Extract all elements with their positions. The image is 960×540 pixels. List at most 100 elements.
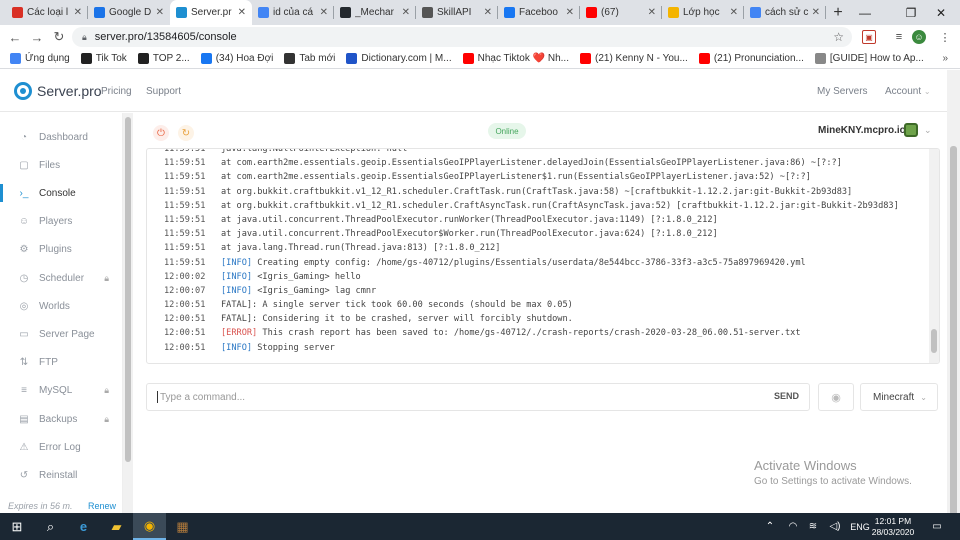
console-log-level: [INFO] (221, 285, 253, 296)
bookmark-item[interactable]: [GUIDE] How to Ap... (814, 53, 924, 64)
browser-tab[interactable]: _Mechar ✕ (334, 0, 416, 25)
browser-menu-icon[interactable]: ⋮ (938, 30, 952, 44)
tab-close-icon[interactable]: ✕ (74, 7, 82, 18)
sidebar-item-mysql[interactable]: ≡ MySQL 🔒︎ (0, 377, 123, 405)
minecraft-block-icon[interactable] (904, 123, 918, 137)
console-line: 12:00:51 FATAL]: A single server tick too… (147, 298, 927, 312)
sidebar-scrollbar[interactable] (123, 113, 133, 513)
nav-account-menu[interactable]: Account ⌄ (885, 86, 931, 97)
bookmark-label: Ứng dụng (25, 53, 70, 64)
bookmark-item[interactable]: Dictionary.com | M... (346, 53, 452, 64)
tab-close-icon[interactable]: ✕ (730, 7, 738, 18)
chrome-icon[interactable]: ◉ (133, 513, 166, 540)
sidebar-item-files[interactable]: ▢ Files (0, 151, 123, 179)
windows-start-icon[interactable]: ⊞ (0, 513, 34, 540)
profile-avatar[interactable]: ☺ (912, 30, 926, 44)
sidebar-item-players[interactable]: ☺ Players (0, 208, 123, 236)
console-text: <Igris_Gaming> lag cmnr (257, 285, 377, 296)
browser-tab[interactable]: SkillAPI ✕ (416, 0, 498, 25)
server-pro-logo[interactable]: Server.pro (14, 82, 102, 100)
browser-tab[interactable]: id của cá ✕ (252, 0, 334, 25)
tab-close-icon[interactable]: ✕ (402, 7, 410, 18)
sidebar-item-scheduler[interactable]: ◷ Scheduler 🔒︎ (0, 264, 123, 292)
browser-tab[interactable]: cách sử c ✕ (744, 0, 826, 25)
console-scrollbar[interactable] (929, 149, 939, 363)
bookmark-item[interactable]: Nhạc Tiktok ❤️ Nh... (462, 53, 569, 64)
tab-close-icon[interactable]: ✕ (566, 7, 574, 18)
sidebar-item-ftp[interactable]: ⇅ FTP (0, 349, 123, 377)
sidebar-item-label: MySQL (39, 385, 73, 397)
page-scrollbar[interactable] (947, 70, 960, 540)
url-field[interactable]: 🔒︎ server.pro/13584605/console ☆ (72, 27, 852, 47)
network-icon[interactable]: ◠ (785, 513, 801, 540)
eye-icon[interactable]: ◉ (818, 383, 854, 411)
search-icon[interactable]: ⌕ (34, 513, 67, 540)
activate-windows-title: Activate Windows (754, 458, 857, 473)
volume-icon[interactable]: ◁) (828, 513, 842, 540)
sidebar-item-worlds[interactable]: ◎ Worlds (0, 292, 123, 320)
minimize-icon[interactable]: — (846, 0, 884, 25)
restart-icon[interactable]: ↻ (178, 125, 194, 141)
nav-support-link[interactable]: Support (146, 86, 181, 97)
tab-close-icon[interactable]: ✕ (238, 7, 246, 18)
nav-my-servers-link[interactable]: My Servers (817, 86, 868, 97)
renew-link[interactable]: Renew (88, 501, 116, 511)
tab-close-icon[interactable]: ✕ (484, 7, 492, 18)
sidebar-item-server-page[interactable]: ▭ Server Page (0, 320, 123, 348)
bookmark-item[interactable]: (21) Kenny N - You... (579, 53, 688, 64)
tab-close-icon[interactable]: ✕ (320, 7, 328, 18)
file-explorer-icon[interactable]: ▰ (100, 513, 133, 540)
tab-close-icon[interactable]: ✕ (156, 7, 164, 18)
minecraft-launcher-icon[interactable]: ▦ (166, 513, 199, 540)
bookmark-item[interactable]: Tik Tok (80, 53, 127, 64)
chevron-down-icon[interactable]: ⌄ (924, 125, 932, 136)
reload-icon[interactable]: ↻ (48, 26, 70, 48)
bookmark-item[interactable]: (34) Hoa Đợi (200, 53, 273, 64)
nav-pricing-link[interactable]: Pricing (101, 86, 132, 97)
browser-tab[interactable]: Server.pr ✕ (170, 0, 252, 25)
more-bookmarks-icon[interactable]: » (942, 53, 948, 64)
bookmark-star-icon[interactable]: ☆ (833, 30, 844, 44)
clock[interactable]: 12:01 PM 28/03/2020 (868, 516, 918, 538)
notifications-icon[interactable]: ▭ (930, 513, 944, 540)
browser-tab[interactable]: Các loại l ✕ (6, 0, 88, 25)
console-output[interactable]: 11:59:51 java.lang.NullPointerException: … (146, 148, 940, 364)
tab-close-icon[interactable]: ✕ (812, 7, 820, 18)
power-off-icon[interactable]: ⏻ (153, 125, 169, 141)
extension-icon[interactable]: ▣ (862, 30, 876, 44)
media-control-icon[interactable]: ≡ (892, 30, 906, 44)
browser-tab[interactable]: Faceboo ✕ (498, 0, 580, 25)
sidebar-item-label: Worlds (39, 300, 70, 312)
browser-tab[interactable]: (67) ✕ (580, 0, 662, 25)
bookmark-label: (21) Pronunciation... (713, 53, 804, 64)
bookmark-item[interactable]: Ứng dụng (10, 53, 70, 64)
bookmark-item[interactable]: Tab mới (284, 53, 335, 64)
language-indicator[interactable]: ENG (850, 513, 870, 540)
back-icon[interactable]: ← (4, 26, 26, 48)
sidebar-item-error-log[interactable]: ⚠ Error Log (0, 433, 123, 461)
game-select[interactable]: Minecraft ⌄ (860, 383, 938, 411)
forward-icon[interactable]: → (26, 26, 48, 48)
tab-close-icon[interactable]: ✕ (648, 7, 656, 18)
sidebar-item-backups[interactable]: ▤ Backups 🔒︎ (0, 405, 123, 433)
bookmark-item[interactable]: TOP 2... (137, 53, 190, 64)
lock-icon: 🔒︎ (104, 385, 109, 396)
sidebar-item-console[interactable]: ›_ Console (0, 179, 123, 207)
sidebar-item-reinstall[interactable]: ↺ Reinstall (0, 461, 123, 489)
sidebar-item-dashboard[interactable]: ◔ Dashboard (0, 123, 123, 151)
close-window-icon[interactable]: ✕ (922, 0, 960, 25)
sidebar-item-plugins[interactable]: ⚙ Plugins (0, 236, 123, 264)
command-input[interactable]: Type a command... (146, 383, 810, 411)
browser-tab[interactable]: Google D ✕ (88, 0, 170, 25)
wifi-icon[interactable]: ≋ (806, 513, 820, 540)
edge-browser-icon[interactable]: e (67, 513, 100, 540)
browser-tab[interactable]: Lớp học ✕ (662, 0, 744, 25)
bookmark-item[interactable]: (21) Pronunciation... (698, 53, 804, 64)
sidebar-icon: ⚙ (19, 244, 29, 256)
tab-label: Server.pr (191, 7, 232, 18)
console-timestamp: 11:59:51 (164, 243, 206, 254)
send-button[interactable]: SEND (774, 391, 799, 401)
console-text: FATAL]: A single server tick took 60.00 … (221, 300, 573, 311)
server-name[interactable]: MineKNY.mcpro.io (818, 125, 906, 136)
tray-expand-icon[interactable]: ⌃ (764, 513, 776, 540)
